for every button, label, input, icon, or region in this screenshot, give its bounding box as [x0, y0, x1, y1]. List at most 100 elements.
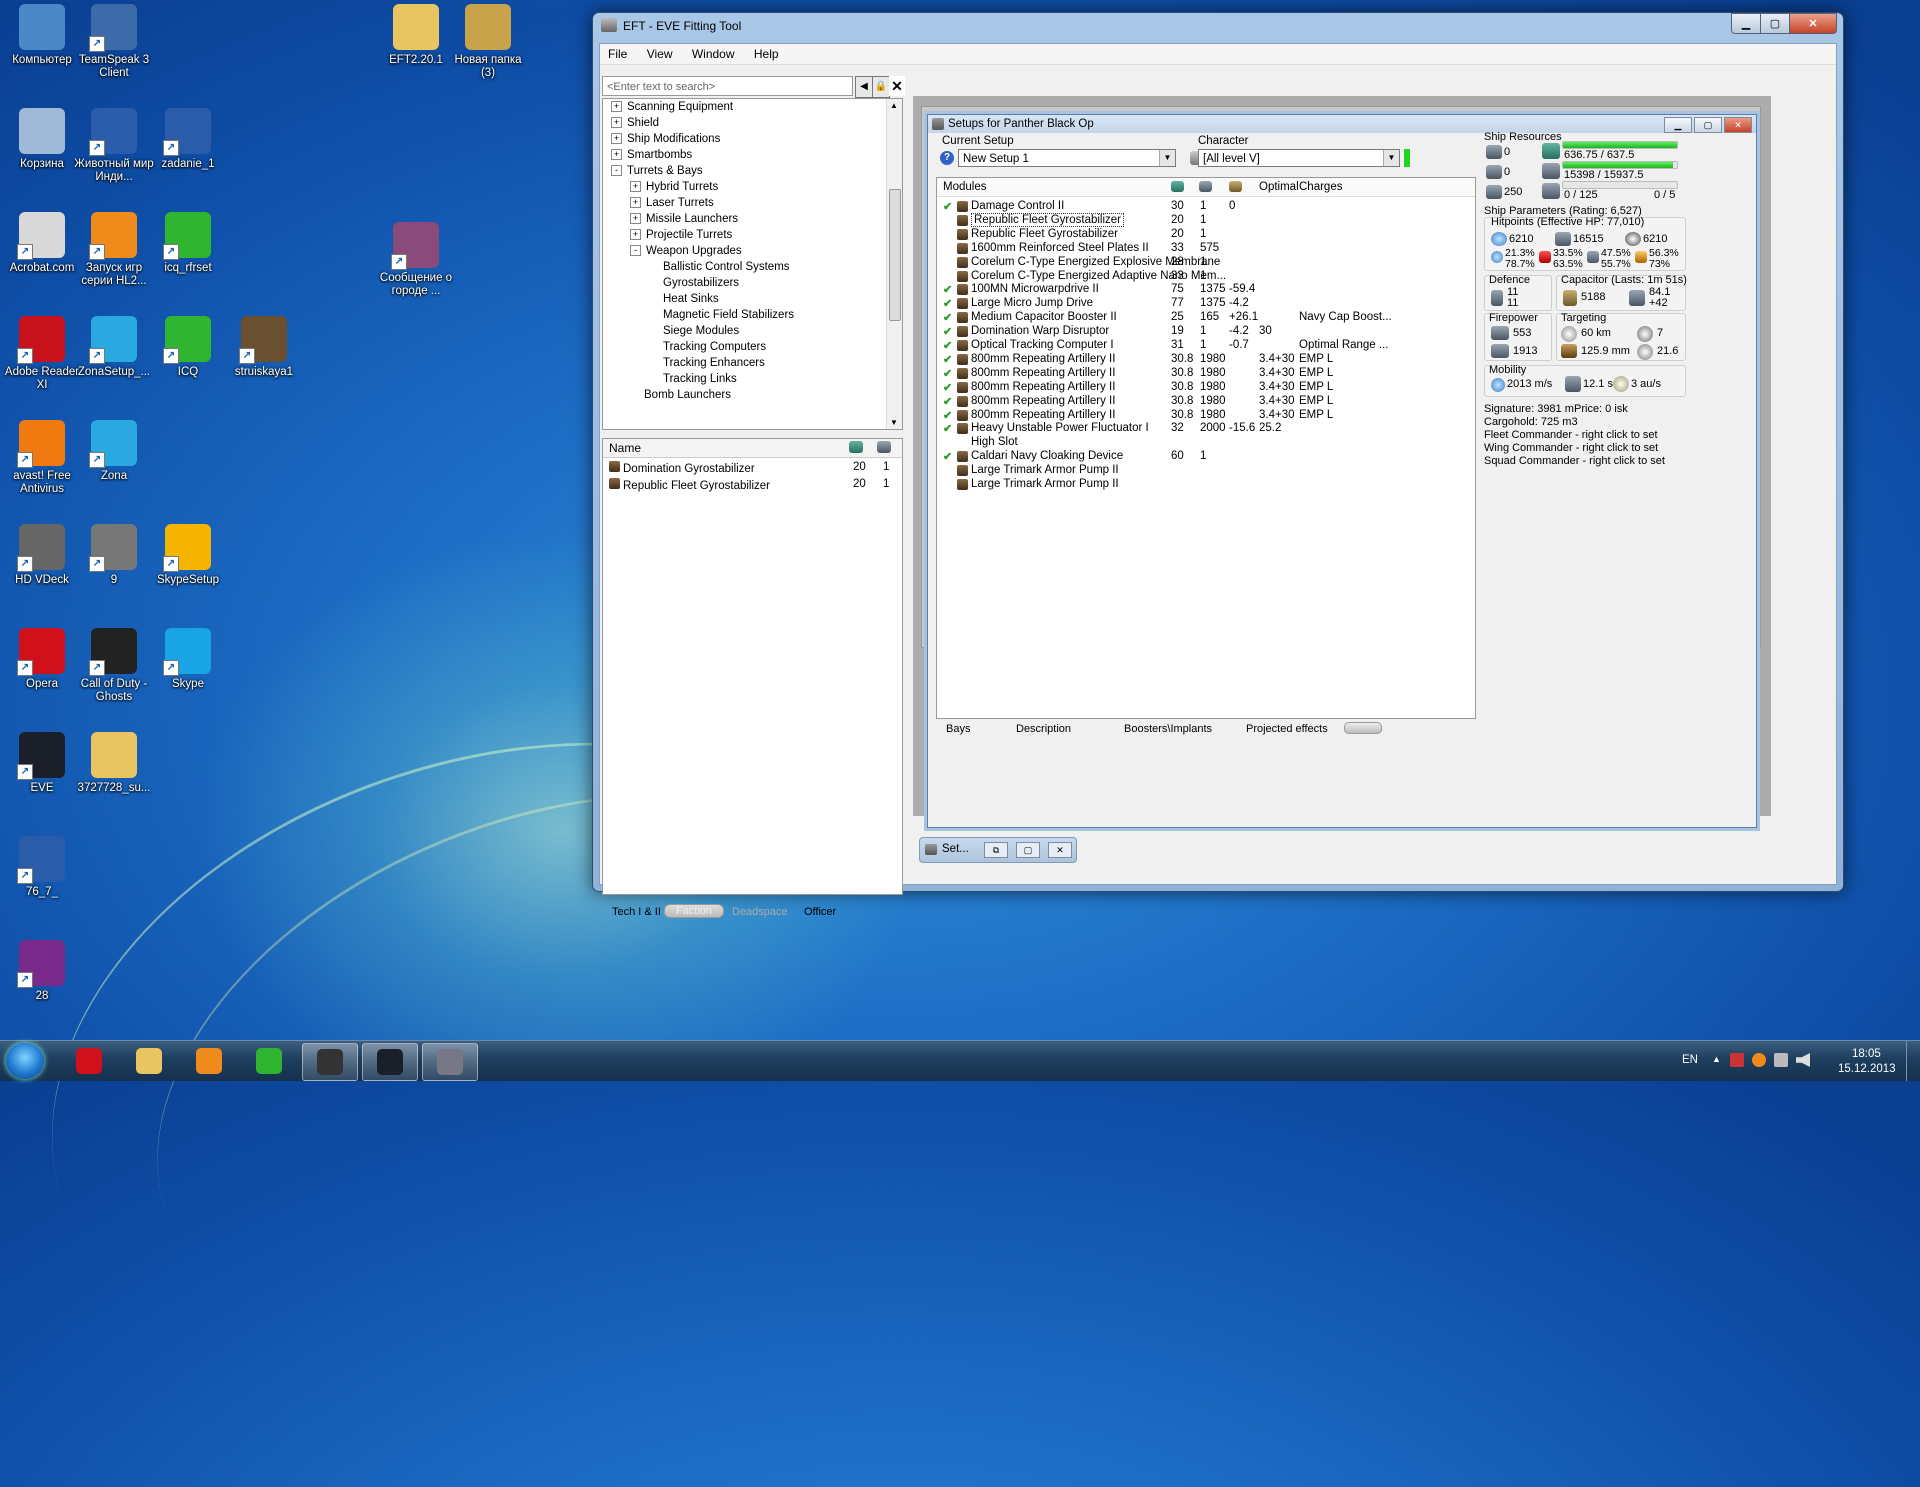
- clock-date[interactable]: 15.12.2013: [1838, 1063, 1896, 1075]
- online-check-icon[interactable]: ✔: [943, 325, 952, 338]
- desktop-icon[interactable]: ↗ ICQ: [146, 316, 230, 379]
- online-check-icon[interactable]: ✔: [943, 395, 952, 408]
- tab-projected-effects[interactable]: Projected effects: [1246, 723, 1328, 735]
- module-row[interactable]: ✔ 800mm Repeating Artillery II 30.8 1980 3.4…: [937, 381, 1475, 395]
- menu-help[interactable]: Help: [746, 44, 787, 64]
- clock-time[interactable]: 18:05: [1852, 1048, 1881, 1060]
- eve-icon[interactable]: [362, 1043, 418, 1081]
- back-arrow-icon[interactable]: ◀: [855, 76, 873, 98]
- desktop-icon[interactable]: ↗ Запуск игр серии HL2...: [72, 212, 156, 288]
- desktop-icon[interactable]: ↗ ZonaSetup_...: [72, 316, 156, 379]
- online-check-icon[interactable]: ✔: [943, 422, 952, 435]
- module-row[interactable]: ✔ Optical Tracking Computer I 31 1 -0.7 Optim…: [937, 339, 1475, 353]
- module-row[interactable]: ✔ Large Micro Jump Drive 77 1375 -4.2: [937, 297, 1475, 311]
- optimal-column-header[interactable]: Optimal: [1259, 181, 1299, 193]
- tree-item[interactable]: + Laser Turrets: [630, 197, 714, 209]
- desktop-icon[interactable]: ↗ Skype: [146, 628, 230, 691]
- menu-file[interactable]: File: [600, 44, 635, 64]
- tree-item[interactable]: Magnetic Field Stabilizers: [649, 309, 794, 321]
- start-button[interactable]: [6, 1043, 44, 1079]
- cpu-column-icon[interactable]: [1171, 181, 1184, 192]
- tree-item[interactable]: Gyrostabilizers: [649, 277, 739, 289]
- menu-window[interactable]: Window: [684, 44, 743, 64]
- search-input[interactable]: <Enter text to search>: [602, 76, 853, 96]
- tree-item[interactable]: Tracking Computers: [649, 341, 766, 353]
- tree-item[interactable]: + Hybrid Turrets: [630, 181, 718, 193]
- scroll-up-icon[interactable]: ▲: [890, 101, 898, 110]
- desktop-icon[interactable]: ↗ icq_rfrset: [146, 212, 230, 275]
- desktop-icon[interactable]: ↗ zadanie_1: [146, 108, 230, 171]
- online-check-icon[interactable]: ✔: [943, 381, 952, 394]
- capacitor-column-icon[interactable]: [1229, 181, 1242, 192]
- module-row[interactable]: Large Trimark Armor Pump II: [937, 478, 1475, 492]
- opera-icon[interactable]: [62, 1043, 116, 1079]
- media-player-icon[interactable]: [182, 1043, 236, 1079]
- collapse-icon[interactable]: -: [630, 245, 641, 257]
- name-column-header[interactable]: Name: [609, 441, 641, 455]
- tree-item[interactable]: + Shield: [611, 117, 659, 129]
- online-check-icon[interactable]: ✔: [943, 409, 952, 422]
- desktop-icon[interactable]: ↗ 76_7_: [0, 836, 84, 899]
- desktop-icon[interactable]: ↗ Животный мир Инди...: [72, 108, 156, 184]
- close-button[interactable]: ✕: [1048, 842, 1072, 858]
- show-hidden-icons[interactable]: ▲: [1712, 1054, 1721, 1064]
- tree-item[interactable]: Heat Sinks: [649, 293, 719, 305]
- character-select[interactable]: [All level V] ▼: [1198, 149, 1400, 167]
- minimize-button[interactable]: ▁: [1731, 13, 1761, 34]
- desktop-icon[interactable]: Новая папка (3): [446, 4, 530, 80]
- expand-icon[interactable]: +: [611, 149, 622, 161]
- module-row[interactable]: Corelum C-Type Energized Explosive Membr…: [937, 256, 1475, 270]
- module-row[interactable]: Large Trimark Armor Pump II: [937, 464, 1475, 478]
- tab-bays[interactable]: Bays: [946, 723, 970, 735]
- tree-item[interactable]: + Scanning Equipment: [611, 101, 733, 113]
- maximize-button[interactable]: ▢: [1016, 842, 1040, 858]
- online-check-icon[interactable]: ✔: [943, 200, 952, 213]
- tab-tech[interactable]: Tech I & II: [612, 906, 661, 918]
- charges-column-header[interactable]: Charges: [1299, 181, 1342, 193]
- module-row[interactable]: ✔ 100MN Microwarpdrive II 75 1375 -59.4: [937, 283, 1475, 297]
- expand-icon[interactable]: +: [630, 229, 641, 241]
- maximize-button[interactable]: ▢: [1760, 13, 1790, 34]
- fleet-commander-text[interactable]: Fleet Commander - right click to set: [1484, 429, 1658, 441]
- show-desktop-button[interactable]: [1906, 1041, 1920, 1081]
- desktop-icon[interactable]: ↗ Zona: [72, 420, 156, 483]
- online-check-icon[interactable]: ✔: [943, 311, 952, 324]
- eft-icon[interactable]: [422, 1043, 478, 1081]
- tab-deadspace[interactable]: Deadspace: [732, 906, 788, 918]
- module-row[interactable]: ✔ Medium Capacitor Booster II 25 165 +26.1 Na…: [937, 311, 1475, 325]
- module-row[interactable]: 1600mm Reinforced Steel Plates II 33 575: [937, 242, 1475, 256]
- module-row[interactable]: ✔ 800mm Repeating Artillery II 30.8 1980 3.4…: [937, 409, 1475, 423]
- powergrid-column-icon[interactable]: [877, 441, 891, 453]
- tree-item[interactable]: Tracking Enhancers: [649, 357, 765, 369]
- tab-boosters-implants[interactable]: Boosters\Implants: [1124, 723, 1212, 735]
- tree-item[interactable]: + Ship Modifications: [611, 133, 720, 145]
- flag-icon[interactable]: [1730, 1053, 1744, 1067]
- modules-column-header[interactable]: Modules: [943, 181, 986, 193]
- tab-faction[interactable]: Faction: [664, 904, 724, 918]
- clear-search-icon[interactable]: ✕: [889, 76, 905, 96]
- network-icon[interactable]: [1774, 1053, 1788, 1067]
- online-check-icon[interactable]: ✔: [943, 353, 952, 366]
- module-row[interactable]: ✔ 800mm Repeating Artillery II 30.8 1980 3.4…: [937, 353, 1475, 367]
- language-indicator[interactable]: EN: [1682, 1054, 1698, 1066]
- tree-item[interactable]: Siege Modules: [649, 325, 739, 337]
- squad-commander-text[interactable]: Squad Commander - right click to set: [1484, 455, 1665, 467]
- current-setup-select[interactable]: New Setup 1 ▼: [958, 149, 1176, 167]
- help-icon[interactable]: ?: [940, 151, 954, 165]
- expand-icon[interactable]: +: [611, 101, 622, 113]
- desktop-icon[interactable]: ↗ struiskaya1: [222, 316, 306, 379]
- tree-item[interactable]: Bomb Launchers: [630, 389, 731, 401]
- desktop-icon[interactable]: ↗ SkypeSetup: [146, 524, 230, 587]
- wing-commander-text[interactable]: Wing Commander - right click to set: [1484, 442, 1658, 454]
- desktop-icon[interactable]: ↗ Call of Duty - Ghosts: [72, 628, 156, 704]
- tab-officer[interactable]: Officer: [804, 906, 836, 918]
- explorer-folder-icon[interactable]: [122, 1043, 176, 1079]
- online-check-icon[interactable]: ✔: [943, 339, 952, 352]
- volume-icon[interactable]: [1796, 1053, 1810, 1067]
- tree-item[interactable]: + Missile Launchers: [630, 213, 738, 225]
- icq-flower-icon[interactable]: [242, 1043, 296, 1079]
- desktop-icon[interactable]: ↗ 28: [0, 940, 84, 1003]
- desktop-icon[interactable]: ↗ Сообщение о городе ...: [374, 222, 458, 298]
- scroll-down-icon[interactable]: ▼: [890, 418, 898, 427]
- module-row[interactable]: ✔ 800mm Repeating Artillery II 30.8 1980 3.4…: [937, 367, 1475, 381]
